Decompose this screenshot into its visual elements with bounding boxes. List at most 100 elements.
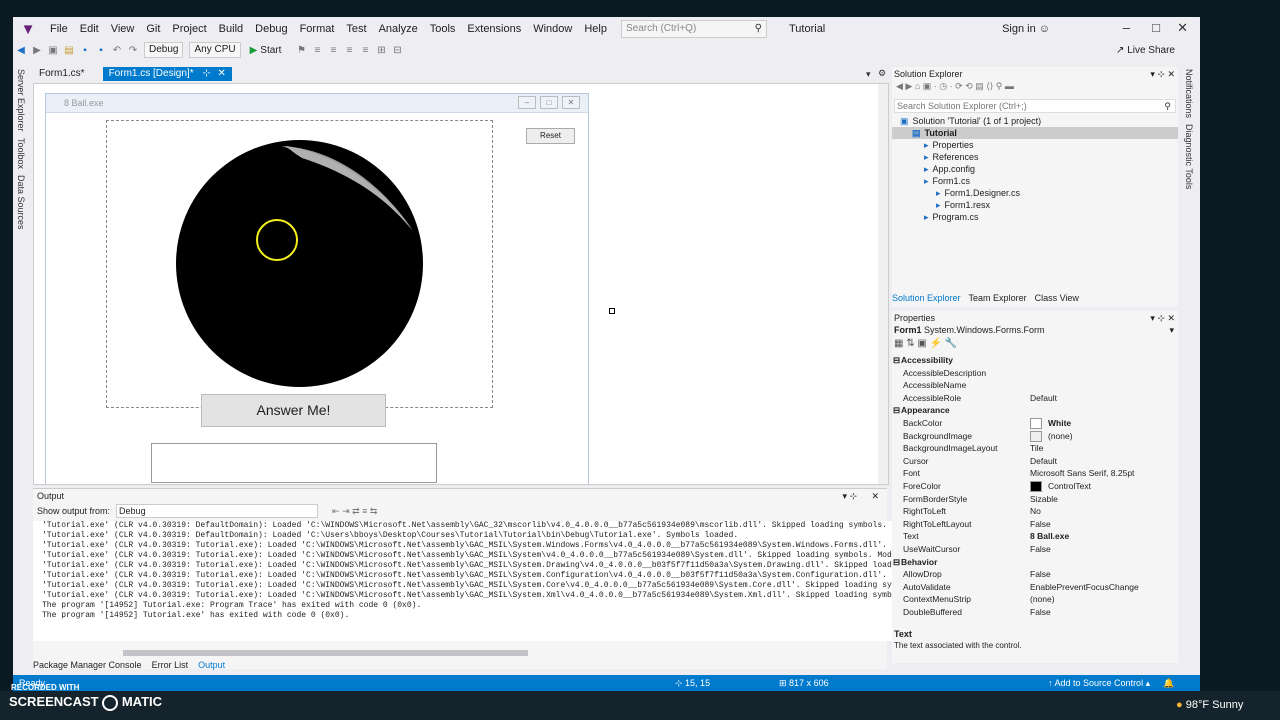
output-horizontal-scrollbar[interactable] [123, 650, 528, 656]
answer-me-button[interactable]: Answer Me! [201, 394, 386, 427]
property-value[interactable]: Microsoft Sans Serif, 8.25pt [1030, 467, 1134, 480]
tab-overflow-icon[interactable]: ▾ [866, 69, 871, 80]
menu-git[interactable]: Git [140, 23, 166, 35]
weather-widget[interactable]: ● 98°F Sunny [1176, 699, 1243, 711]
properties-toolbar[interactable]: ▦ ⇅ ▣ ⚡ 🔧 [892, 338, 1178, 354]
tree-item[interactable]: ▸ App.config [892, 163, 1178, 175]
property-value[interactable]: No [1030, 505, 1041, 518]
property-category[interactable]: ⊟ Behavior [892, 556, 1178, 569]
property-value[interactable]: False [1030, 543, 1051, 556]
property-row[interactable]: Text 8 Ball.exe [892, 530, 1178, 543]
menu-build[interactable]: Build [213, 23, 249, 35]
start-button[interactable]: Start [260, 45, 281, 56]
back-icon[interactable]: ◀ [15, 45, 27, 56]
object-dropdown-icon[interactable]: ▾ [1169, 325, 1174, 336]
property-value[interactable]: 8 Ball.exe [1030, 530, 1069, 543]
tab-form1-design[interactable]: Form1.cs [Design]* ⊹ ✕ [102, 67, 232, 81]
output-source-dropdown[interactable]: Debug [116, 504, 319, 518]
align-top-icon[interactable]: ≡ [359, 45, 371, 56]
configuration-dropdown[interactable]: Debug [144, 42, 184, 58]
collapse-icon[interactable]: ⊟ [893, 556, 900, 569]
menu-project[interactable]: Project [166, 23, 212, 35]
server-explorer-tab[interactable]: Server Explorer [16, 69, 26, 132]
platform-dropdown[interactable]: Any CPU [189, 42, 241, 58]
answer-textbox[interactable] [151, 443, 437, 483]
align-right-icon[interactable]: ≡ [343, 45, 355, 56]
property-value[interactable]: ControlText [1030, 480, 1091, 493]
notification-bell-icon[interactable]: 🔔 [1163, 675, 1174, 691]
property-row[interactable]: DoubleBuffered False [892, 606, 1178, 619]
property-value[interactable]: Default [1030, 392, 1057, 405]
property-row[interactable]: AccessibleRole Default [892, 392, 1178, 405]
property-row[interactable]: RightToLeftLayout False [892, 518, 1178, 531]
sign-in-link[interactable]: Sign in ☺ [1002, 23, 1050, 35]
designer-scrollbar[interactable] [878, 84, 888, 484]
property-row[interactable]: AutoValidate EnablePreventFocusChange [892, 581, 1178, 594]
settings-gear-icon[interactable]: ⚙ [878, 68, 886, 79]
menu-format[interactable]: Format [294, 23, 341, 35]
tree-item[interactable]: ▸ Form1.resx [892, 199, 1178, 211]
save-all-icon[interactable]: ▪ [95, 45, 107, 56]
menu-debug[interactable]: Debug [249, 23, 293, 35]
property-value[interactable]: False [1030, 568, 1051, 581]
output-options-icon[interactable]: ▾ ⊹ [842, 489, 857, 503]
tab-team-explorer[interactable]: Team Explorer [969, 293, 1027, 303]
property-value[interactable]: Sizable [1030, 493, 1058, 506]
start-icon[interactable]: ▶ [250, 45, 258, 56]
output-toolbar-icons[interactable]: ⇤ ⇥ ⇄ ≡ ⇆ [332, 503, 377, 519]
property-row[interactable]: BackgroundImageLayout Tile [892, 442, 1178, 455]
properties-pane-controls-icon[interactable]: ▾ ⊹ ✕ [1150, 311, 1175, 325]
menu-view[interactable]: View [105, 23, 141, 35]
pin-icon[interactable]: ⊹ [202, 68, 210, 79]
property-value[interactable]: White [1030, 417, 1071, 430]
property-value[interactable]: False [1030, 518, 1051, 531]
undo-icon[interactable]: ↶ [111, 45, 123, 56]
tree-item[interactable]: ▸ Form1.Designer.cs [892, 187, 1178, 199]
spacing-icon[interactable]: ⊟ [391, 45, 403, 56]
property-row[interactable]: ContextMenuStrip (none) [892, 593, 1178, 606]
notifications-tab[interactable]: Notifications [1184, 69, 1194, 118]
redo-icon[interactable]: ↷ [127, 45, 139, 56]
property-value[interactable]: Default [1030, 455, 1057, 468]
property-row[interactable]: Font Microsoft Sans Serif, 8.25pt [892, 467, 1178, 480]
output-close-icon[interactable]: ✕ [871, 489, 879, 503]
property-value[interactable]: (none) [1030, 593, 1055, 606]
menu-window[interactable]: Window [527, 23, 578, 35]
maximize-button[interactable]: □ [1152, 20, 1160, 35]
menu-edit[interactable]: Edit [74, 23, 105, 35]
pane-controls-icon[interactable]: ▾ ⊹ ✕ [1150, 67, 1175, 81]
property-row[interactable]: BackgroundImage (none) [892, 430, 1178, 443]
property-row[interactable]: ForeColor ControlText [892, 480, 1178, 493]
menu-file[interactable]: File [44, 23, 74, 35]
tree-item[interactable]: ▸ References [892, 151, 1178, 163]
collapse-icon[interactable]: ⊟ [893, 354, 900, 367]
data-sources-tab[interactable]: Data Sources [16, 175, 26, 230]
menu-analyze[interactable]: Analyze [373, 23, 424, 35]
tree-item[interactable]: ▸ Program.cs [892, 211, 1178, 223]
property-row[interactable]: AccessibleName [892, 379, 1178, 392]
property-category[interactable]: ⊟ Accessibility [892, 354, 1178, 367]
forward-icon[interactable]: ▶ [31, 45, 43, 56]
resize-handle[interactable] [609, 308, 615, 314]
align-left-icon[interactable]: ≡ [311, 45, 323, 56]
collapse-icon[interactable]: ⊟ [893, 404, 900, 417]
tab-package-manager-console[interactable]: Package Manager Console [33, 658, 142, 672]
solution-search-input[interactable]: Search Solution Explorer (Ctrl+;) ⚲ [894, 99, 1176, 113]
property-row[interactable]: AllowDrop False [892, 568, 1178, 581]
open-file-icon[interactable]: ▤ [63, 45, 75, 56]
menu-tools[interactable]: Tools [424, 23, 462, 35]
menu-extensions[interactable]: Extensions [461, 23, 527, 35]
property-row[interactable]: RightToLeft No [892, 505, 1178, 518]
tree-item[interactable]: ▸ Form1.cs [892, 175, 1178, 187]
tab-output[interactable]: Output [198, 658, 225, 672]
close-tab-icon[interactable]: ✕ [218, 68, 226, 79]
reset-button[interactable]: Reset [526, 128, 575, 144]
property-row[interactable]: BackColor White [892, 417, 1178, 430]
property-row[interactable]: FormBorderStyle Sizable [892, 493, 1178, 506]
property-value[interactable]: False [1030, 606, 1051, 619]
menu-test[interactable]: Test [340, 23, 372, 35]
property-value[interactable]: EnablePreventFocusChange [1030, 581, 1139, 594]
live-share-button[interactable]: ↗ Live Share [1116, 45, 1175, 56]
property-value[interactable]: Tile [1030, 442, 1043, 455]
menu-help[interactable]: Help [578, 23, 613, 35]
